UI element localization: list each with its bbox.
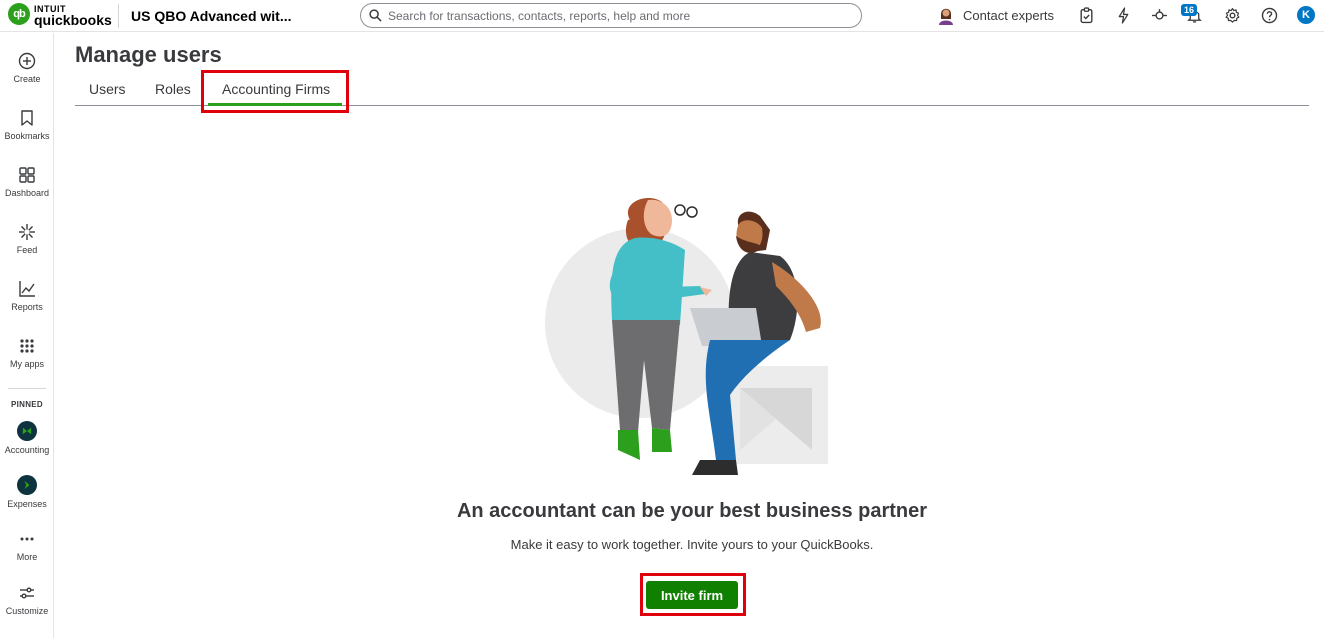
quickbooks-logo[interactable]: qb INTUIT quickbooks — [8, 3, 112, 28]
pinned-heading: PINNED — [10, 400, 44, 409]
nav-item-dashboard[interactable]: Dashboard — [0, 166, 54, 198]
expert-avatar-icon — [939, 8, 953, 25]
sparkle-icon — [19, 224, 35, 240]
gear-icon[interactable] — [1224, 7, 1241, 24]
empty-state-headline: An accountant can be your best business … — [456, 500, 928, 522]
tab-roles[interactable]: Roles — [155, 81, 191, 97]
help-icon[interactable] — [1261, 7, 1278, 24]
nav-item-reports[interactable]: Reports — [0, 280, 54, 312]
search-input[interactable]: Search for transactions, contacts, repor… — [360, 3, 862, 28]
qb-logo-icon: qb — [8, 3, 30, 25]
user-avatar[interactable]: K — [1297, 6, 1315, 24]
nav-label: Accounting — [4, 445, 50, 455]
nav-item-create[interactable]: Create — [0, 52, 54, 84]
nav-divider — [8, 388, 46, 389]
search-icon — [369, 9, 382, 22]
sliders-icon — [20, 587, 34, 599]
nav-item-my-apps[interactable]: My apps — [0, 337, 54, 369]
contact-experts-label: Contact experts — [963, 7, 1055, 23]
expenses-icon — [17, 475, 37, 495]
top-bar: qb INTUIT quickbooks US QBO Advanced wit… — [0, 0, 1324, 32]
company-name[interactable]: US QBO Advanced wit... — [131, 8, 292, 24]
bookmark-icon — [21, 110, 33, 126]
nav-item-bookmarks[interactable]: Bookmarks — [0, 109, 54, 141]
highlight-box — [201, 70, 349, 113]
divider — [118, 4, 119, 28]
quickbooks-wordmark: quickbooks — [34, 11, 112, 28]
nav-label: Customize — [5, 606, 49, 616]
nav-label: Feed — [16, 245, 38, 255]
nav-item-accounting[interactable]: Accounting — [0, 421, 54, 455]
clipboard-icon[interactable] — [1078, 7, 1095, 24]
accountant-illustration — [545, 198, 828, 475]
dashboard-icon — [19, 167, 35, 183]
highlight-box — [640, 573, 746, 616]
nav-label: Dashboard — [4, 188, 50, 198]
chart-icon — [19, 281, 35, 297]
contact-experts-button[interactable]: Contact experts — [937, 5, 1054, 25]
nav-label: More — [16, 552, 38, 562]
lightning-icon[interactable] — [1115, 7, 1132, 24]
tab-users[interactable]: Users — [89, 81, 126, 97]
accounting-icon — [17, 421, 37, 441]
search-placeholder: Search for transactions, contacts, repor… — [388, 8, 691, 23]
nav-item-feed[interactable]: Feed — [0, 223, 54, 255]
plus-circle-icon — [18, 52, 36, 70]
notification-badge: 16 — [1181, 4, 1198, 16]
empty-state-subline: Make it easy to work together. Invite yo… — [510, 537, 874, 552]
nav-label: My apps — [9, 359, 44, 369]
nav-label: Bookmarks — [4, 131, 50, 141]
nav-label: Reports — [11, 302, 43, 312]
grid-icon — [20, 339, 34, 353]
nav-item-customize[interactable]: Customize — [0, 584, 54, 616]
nav-label: Create — [13, 74, 41, 84]
integration-icon[interactable] — [1151, 7, 1168, 24]
page-title: Manage users — [75, 42, 222, 67]
